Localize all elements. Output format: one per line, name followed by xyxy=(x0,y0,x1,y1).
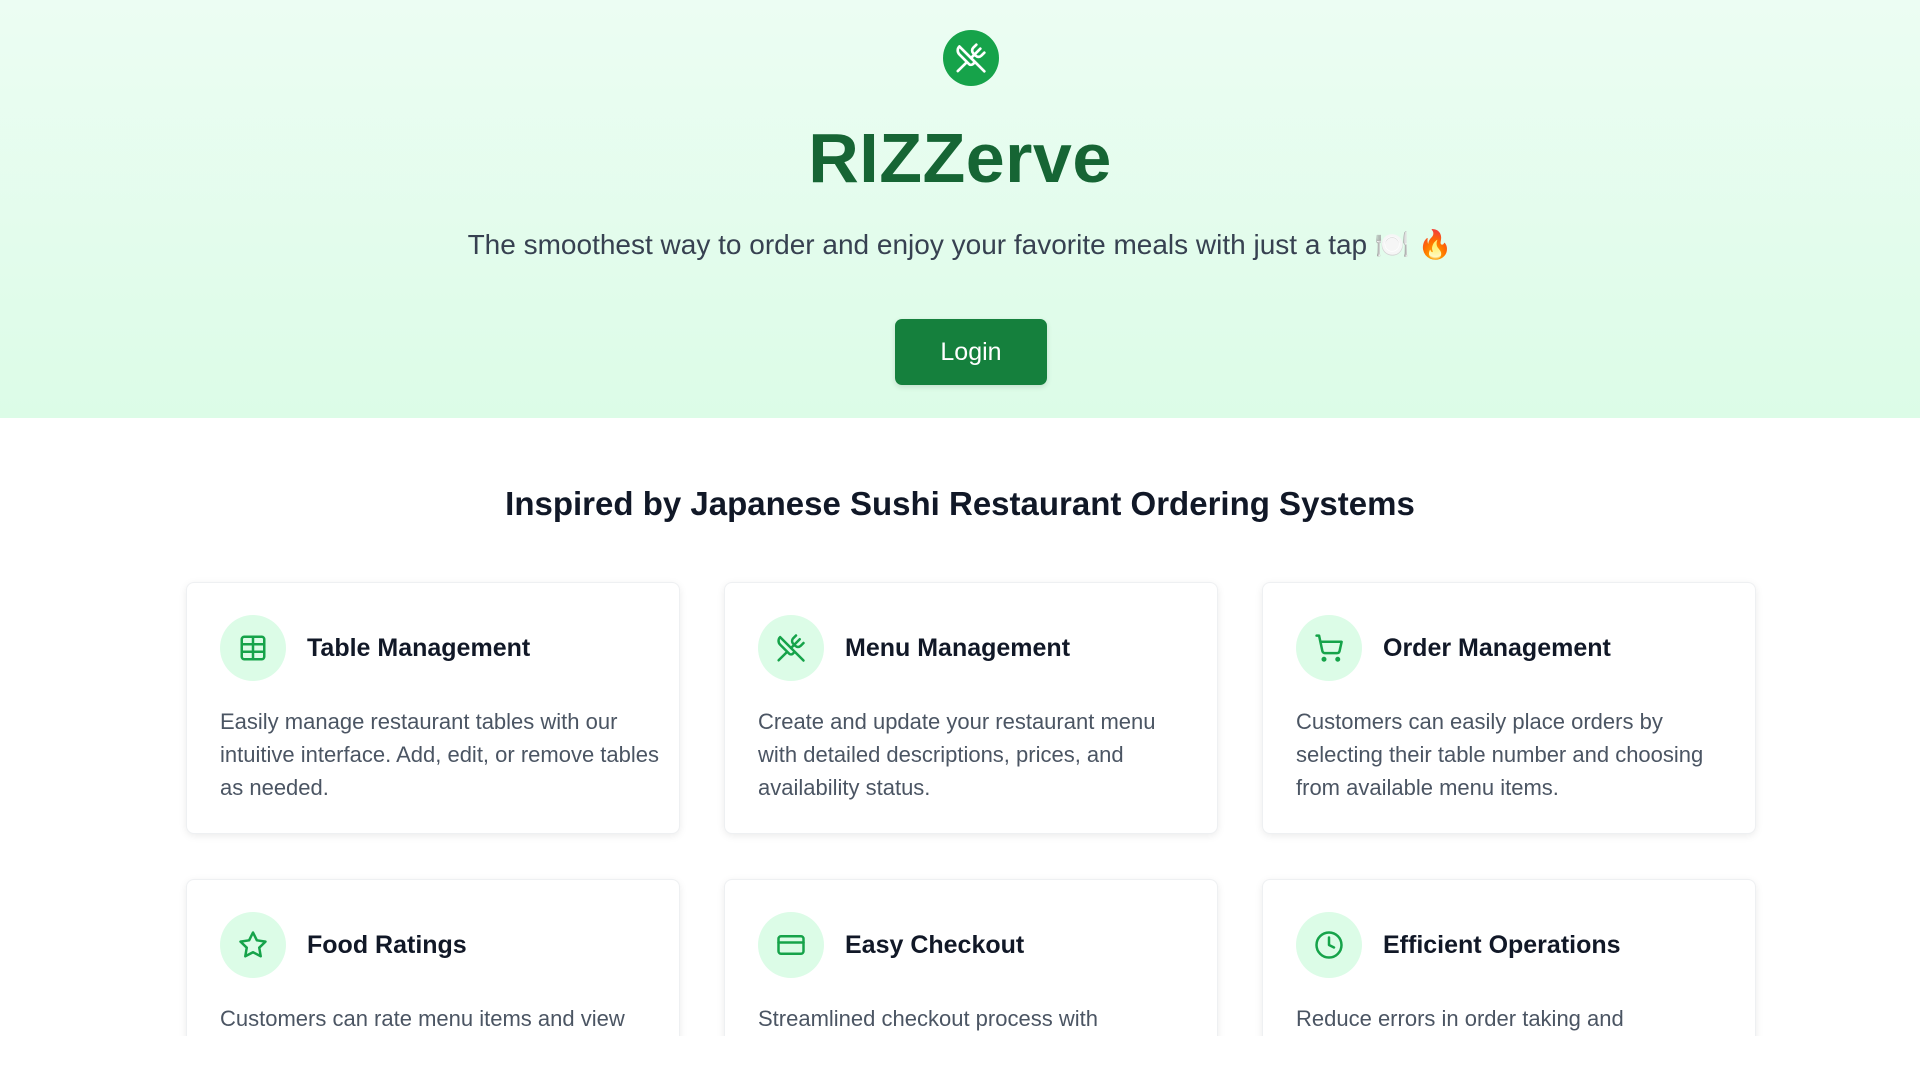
feature-card-food-ratings: Food Ratings Customers can rate menu ite… xyxy=(186,879,680,1036)
card-description: Reduce errors in order taking and xyxy=(1296,1006,1624,1031)
star-icon xyxy=(239,931,267,958)
card-icon-circle xyxy=(220,615,286,681)
card-description: Customers can rate menu items and view xyxy=(220,1006,625,1031)
login-button[interactable]: Login xyxy=(895,319,1047,385)
card-icon-circle xyxy=(1296,912,1362,978)
feature-card-order-management: Order Management Customers can easily pl… xyxy=(1262,582,1756,834)
feature-card-easy-checkout: Easy Checkout Streamlined checkout proce… xyxy=(724,879,1218,1036)
card-icon-circle xyxy=(1296,615,1362,681)
features-section: Inspired by Japanese Sushi Restaurant Or… xyxy=(0,418,1920,1036)
card-description: Streamlined checkout process with xyxy=(758,1006,1098,1031)
card-title: Menu Management xyxy=(845,634,1071,662)
card-title: Efficient Operations xyxy=(1383,931,1621,959)
card-description: Easily manage restaurant tables with our… xyxy=(220,709,660,800)
utensils-crossed-icon xyxy=(777,634,805,662)
credit-card-icon xyxy=(777,935,805,955)
card-icon-circle xyxy=(220,912,286,978)
table-grid-icon xyxy=(240,635,266,661)
card-icon-circle xyxy=(758,912,824,978)
card-icon-circle xyxy=(758,615,824,681)
card-description: Create and update your restaurant menu w… xyxy=(758,709,1156,800)
brand-title: RIZZerve xyxy=(808,119,1112,197)
feature-card-table-management: Table Management Easily manage restauran… xyxy=(186,582,680,834)
shopping-cart-icon xyxy=(1315,634,1343,662)
card-title: Table Management xyxy=(307,634,531,662)
utensils-crossed-icon xyxy=(956,43,986,73)
card-description: Customers can easily place orders by sel… xyxy=(1296,709,1704,800)
section-title: Inspired by Japanese Sushi Restaurant Or… xyxy=(505,485,1415,522)
tagline: The smoothest way to order and enjoy you… xyxy=(467,229,1453,260)
card-title: Order Management xyxy=(1383,634,1611,662)
card-title: Food Ratings xyxy=(307,931,467,959)
clock-icon xyxy=(1315,931,1343,959)
card-title: Easy Checkout xyxy=(845,931,1025,959)
feature-card-menu-management: Menu Management Create and update your r… xyxy=(724,582,1218,834)
hero-section: RIZZerve The smoothest way to order and … xyxy=(0,0,1920,418)
feature-card-efficient-operations: Efficient Operations Reduce errors in or… xyxy=(1262,879,1756,1036)
logo xyxy=(943,30,999,86)
